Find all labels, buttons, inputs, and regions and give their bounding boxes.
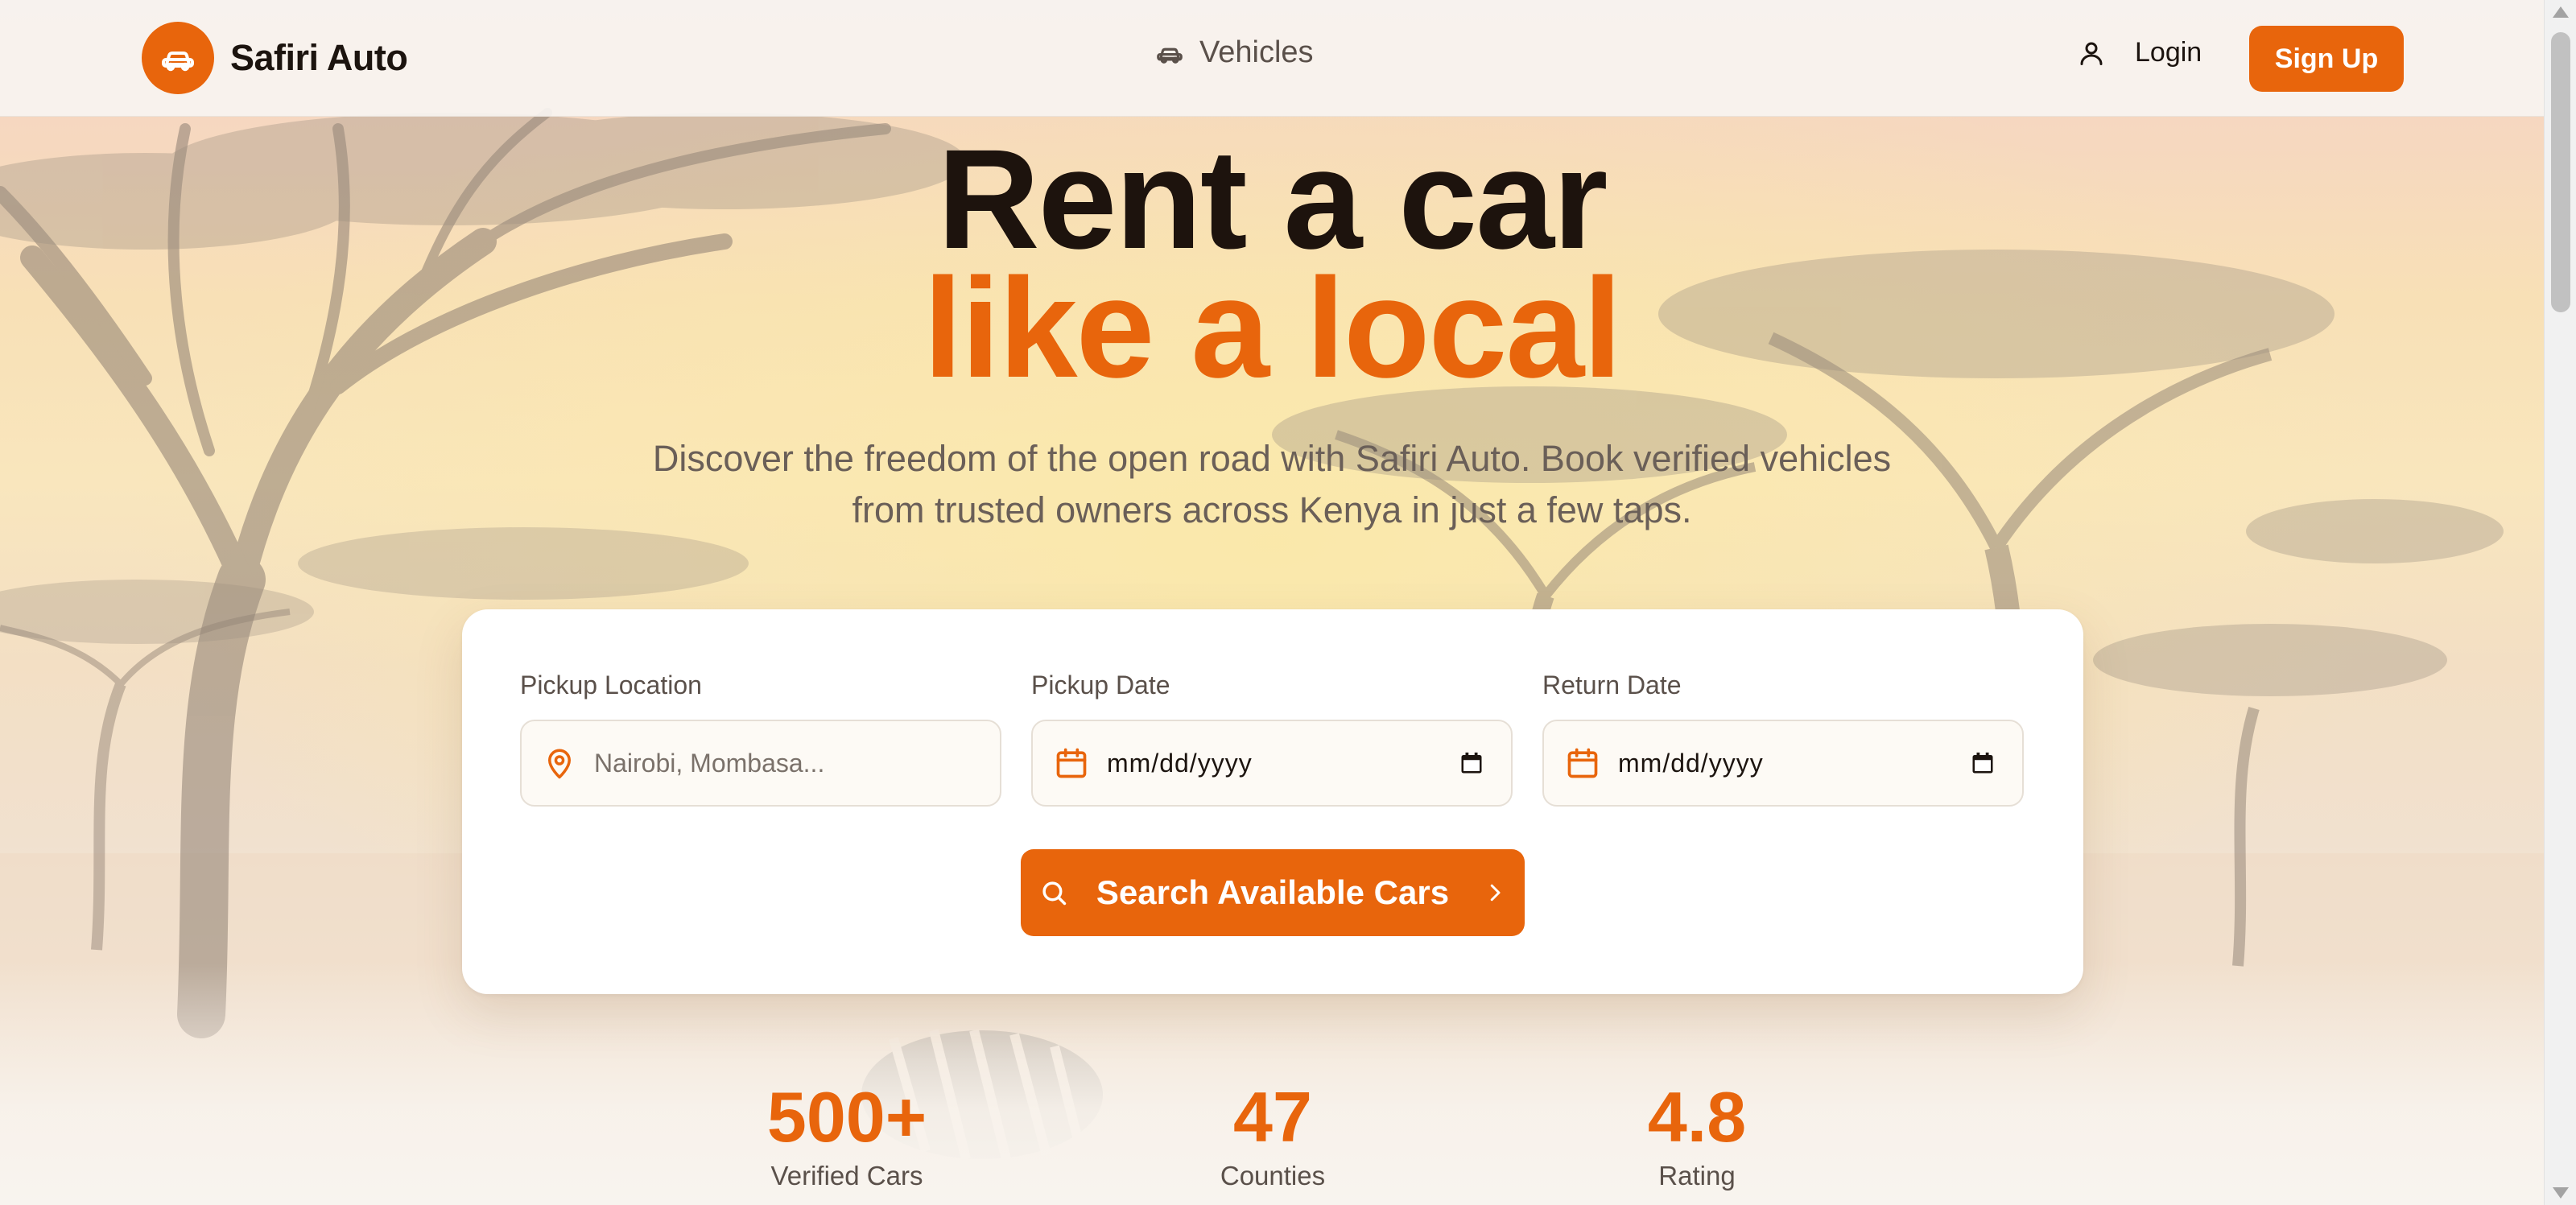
- pickup-location-input[interactable]: Nairobi, Mombasa...: [520, 720, 1001, 807]
- stat-value: 500+: [766, 1077, 927, 1157]
- stat-value: 4.8: [1647, 1077, 1747, 1157]
- chevron-right-icon: [1490, 884, 1501, 902]
- pickup-location-placeholder: Nairobi, Mombasa...: [594, 748, 825, 778]
- brand-name: Safiri Auto: [230, 37, 408, 78]
- stat-label: Verified Cars: [770, 1161, 923, 1191]
- pickup-location-field: Pickup Location Nairobi, Mombasa...: [520, 671, 1001, 807]
- return-date-input[interactable]: mm/dd/yyyy: [1542, 720, 2024, 807]
- hero-title-line-2: like a local: [923, 250, 1622, 407]
- pickup-date-value: mm/dd/yyyy: [1107, 748, 1253, 778]
- brand-link[interactable]: Safiri Auto: [142, 22, 408, 94]
- search-card: Pickup Location Nairobi, Mombasa... Pick…: [462, 609, 2083, 994]
- return-date-label: Return Date: [1542, 671, 1682, 699]
- hero-subtitle: Discover the freedom of the open road wi…: [652, 438, 1892, 530]
- stat-label: Counties: [1220, 1161, 1326, 1191]
- car-icon: [142, 22, 214, 94]
- return-date-value: mm/dd/yyyy: [1618, 748, 1764, 778]
- login-link[interactable]: Login: [2077, 37, 2202, 68]
- scroll-down-arrow-icon[interactable]: [2553, 1187, 2569, 1199]
- car-icon: [1157, 47, 1183, 64]
- return-date-field: Return Date mm/dd/yyyy: [1542, 671, 2024, 807]
- top-navigation: Safiri Auto Vehicles Login Sign Up: [0, 0, 2544, 117]
- pickup-date-label: Pickup Date: [1031, 671, 1170, 699]
- map-pin-icon: [548, 749, 571, 779]
- stat-value: 47: [1233, 1077, 1312, 1157]
- sign-up-button[interactable]: Sign Up: [2249, 26, 2404, 92]
- user-icon: [2080, 42, 2103, 65]
- stat-counties: 47 Counties: [1112, 1077, 1434, 1191]
- calendar-picker-icon[interactable]: [1971, 751, 1995, 775]
- scroll-up-arrow-icon[interactable]: [2553, 6, 2569, 18]
- pickup-date-field: Pickup Date mm/dd/yyyy: [1031, 671, 1513, 807]
- login-label: Login: [2135, 37, 2202, 68]
- nav-link-vehicles-label: Vehicles: [1199, 35, 1314, 69]
- stat-verified-cars: 500+ Verified Cars: [686, 1077, 1008, 1191]
- search-button-label: Search Available Cars: [1096, 873, 1450, 911]
- stat-label: Rating: [1658, 1161, 1736, 1191]
- calendar-picker-icon[interactable]: [1459, 751, 1484, 775]
- search-available-cars-button[interactable]: Search Available Cars: [1021, 849, 1525, 936]
- nav-link-vehicles[interactable]: Vehicles: [1154, 35, 1314, 70]
- stat-rating: 4.8 Rating: [1536, 1077, 1858, 1191]
- pickup-location-label: Pickup Location: [520, 671, 702, 699]
- page-scrollbar[interactable]: [2544, 0, 2576, 1205]
- pickup-date-input[interactable]: mm/dd/yyyy: [1031, 720, 1513, 807]
- search-icon: [1042, 881, 1067, 906]
- calendar-icon: [1567, 748, 1598, 778]
- calendar-icon: [1056, 748, 1087, 778]
- scrollbar-thumb[interactable]: [2551, 32, 2570, 312]
